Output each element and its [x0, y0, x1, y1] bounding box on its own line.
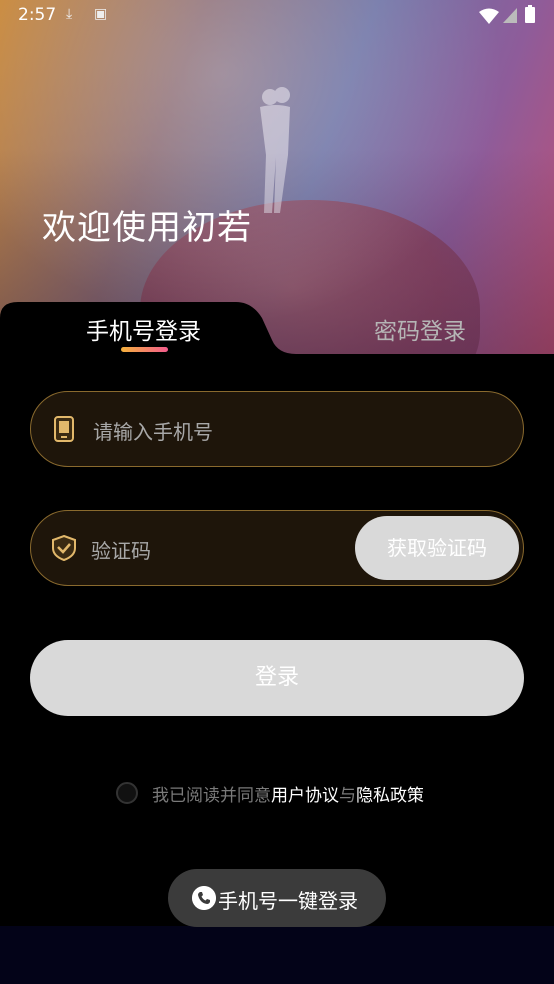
get-code-button[interactable]: 获取验证码 [355, 516, 519, 580]
download-icon: ⤓ [66, 6, 73, 22]
welcome-title: 欢迎使用初若 [42, 208, 252, 248]
tab-background-shape [0, 302, 554, 400]
wifi-icon [479, 8, 499, 24]
tab-active-indicator [121, 347, 168, 352]
agreement-conjunction: 与 [339, 786, 356, 806]
couple-silhouette-illustration [260, 87, 290, 213]
status-time: 2:57 [18, 5, 57, 25]
agreement-prefix: 我已阅读并同意 [152, 786, 271, 806]
agreement-checkbox[interactable] [116, 782, 138, 804]
shield-check-icon [52, 535, 76, 561]
phone-icon [54, 416, 74, 442]
phone-input-placeholder: 请输入手机号 [93, 420, 213, 444]
login-button[interactable]: 登录 [30, 640, 524, 716]
phone-input[interactable]: 请输入手机号 [30, 391, 524, 467]
one-key-login-button[interactable]: 手机号一键登录 [168, 869, 386, 927]
login-tabs: 手机号登录 密码登录 [0, 300, 554, 400]
one-key-login-label: 手机号一键登录 [218, 889, 358, 913]
privacy-policy-link[interactable]: 隐私政策 [356, 786, 424, 806]
tab-phone-login[interactable]: 手机号登录 [86, 312, 201, 346]
phone-call-icon [192, 886, 216, 910]
navigation-bar [0, 926, 554, 984]
signal-icon [503, 8, 517, 23]
battery-icon [525, 5, 535, 23]
status-bar: 2:57 ⤓ ▣ [0, 0, 554, 32]
agreement-text: 我已阅读并同意用户协议与隐私政策 [152, 781, 424, 806]
verification-code-placeholder: 验证码 [91, 539, 151, 563]
user-agreement-link[interactable]: 用户协议 [271, 786, 339, 806]
notification-icon: ▣ [94, 6, 108, 22]
tab-password-login[interactable]: 密码登录 [374, 312, 466, 346]
verification-code-input[interactable]: 验证码 获取验证码 [30, 510, 524, 586]
